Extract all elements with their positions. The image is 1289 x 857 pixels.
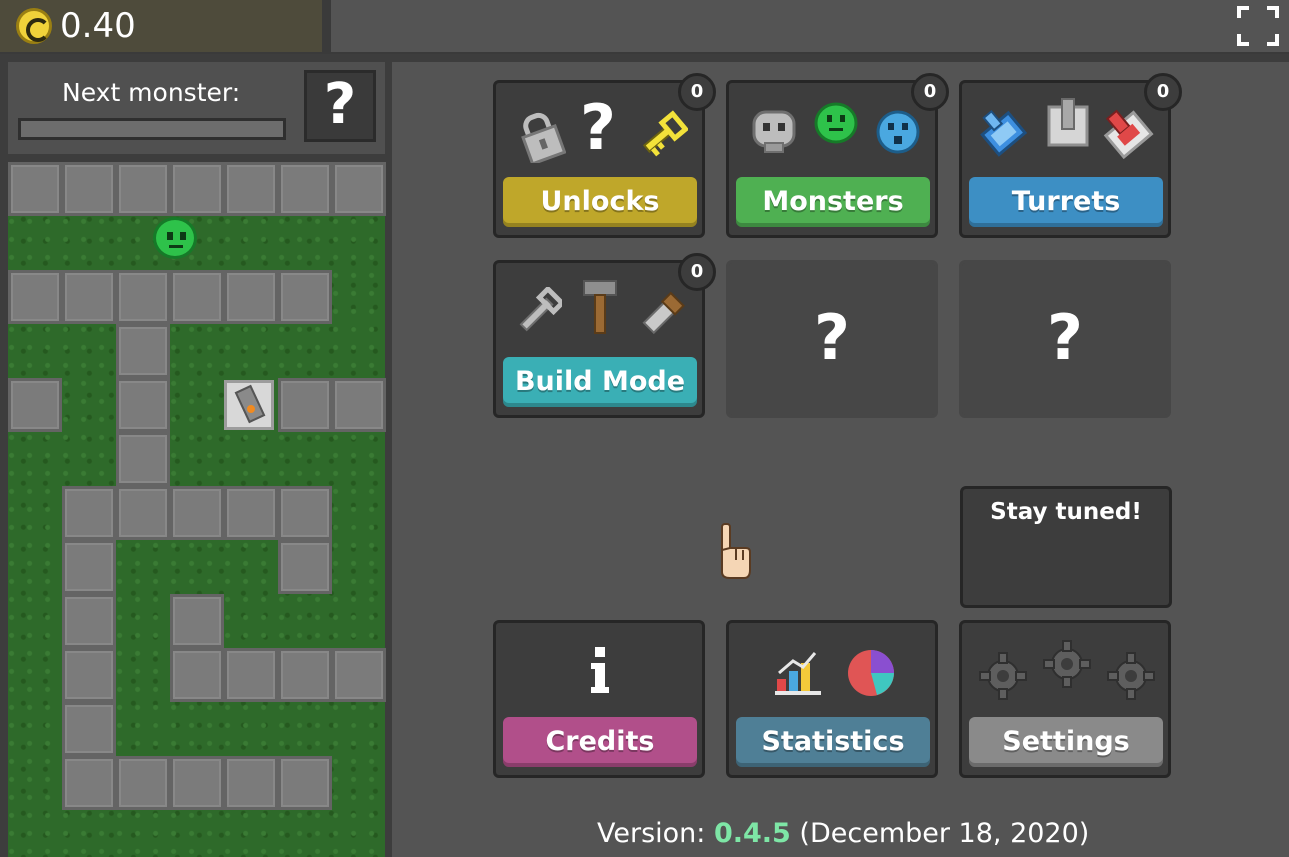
path-tile [116,486,170,540]
path-tile [278,648,332,702]
wrench-icon [519,287,562,332]
credits-card[interactable]: Credits [493,620,705,778]
green-slime-monster [153,217,197,259]
path-tile [8,162,62,216]
version-date: (December 18, 2020) [790,818,1090,849]
path-tile [170,594,224,648]
settings-button[interactable]: Settings [969,717,1163,767]
path-tile [62,648,116,702]
path-tile [278,378,332,432]
statistics-card[interactable]: Statistics [726,620,938,778]
path-tile [278,162,332,216]
path-tile [62,270,116,324]
path-tile [62,162,116,216]
path-tile [8,270,62,324]
gear-icon [1043,640,1091,688]
path-tile [62,702,116,756]
path-tile [332,648,386,702]
bar-chart-icon [775,652,821,695]
grey-turret[interactable] [224,380,274,430]
game-map[interactable] [8,162,386,857]
path-tile [116,432,170,486]
path-tile [278,486,332,540]
path-tile [62,756,116,810]
coin-counter: 0.40 [0,0,322,52]
build-mode-button[interactable]: Build Mode [503,357,697,407]
red-turret-icon [1103,109,1154,160]
path-tile [278,756,332,810]
path-tile [62,594,116,648]
next-monster-label: Next monster: [62,78,241,107]
path-tile [116,162,170,216]
path-tile [224,648,278,702]
path-tile [170,756,224,810]
fullscreen-icon[interactable] [1237,6,1279,46]
path-tile [170,162,224,216]
next-monster-unknown: ? [304,70,376,142]
turrets-button[interactable]: Turrets [969,177,1163,227]
path-tile [278,540,332,594]
coin-icon [16,8,52,44]
hand-cursor-icon [721,523,751,579]
version-prefix: Version: [597,818,714,849]
blue-turret-icon [980,109,1028,157]
monsters-button[interactable]: Monsters [736,177,930,227]
settings-card[interactable]: Settings [959,620,1171,778]
key-icon [642,110,688,157]
path-tile [224,162,278,216]
path-tile [170,648,224,702]
next-monster-progress [18,118,286,140]
unlocks-card[interactable]: 0 ? Unlocks [493,73,716,238]
statistics-button[interactable]: Statistics [736,717,930,767]
path-tile [332,162,386,216]
stay-tuned-card: Stay tuned! [960,486,1172,608]
lock-icon [521,112,566,163]
green-slime-icon [814,102,858,144]
unlocks-button[interactable]: Unlocks [503,177,697,227]
version-text: Version: 0.4.5 (December 18, 2020) [597,818,1089,849]
path-tile [62,486,116,540]
build-mode-card[interactable]: 0 Build Mode [493,253,716,418]
pie-chart-icon [848,650,894,696]
grey-turret-icon [1047,98,1089,147]
gear-icon [979,652,1027,700]
path-tile [170,486,224,540]
game-panel: Next monster: ? [0,54,392,857]
path-tile [224,756,278,810]
path-tile [224,486,278,540]
path-tile [116,378,170,432]
version-number: 0.4.5 [713,818,791,849]
path-tile [116,756,170,810]
menu-panel: 0 ? Unlocks 0 Monsters 0 Turrets 0 Build… [392,62,1289,857]
next-monster-box: Next monster: ? [8,62,385,154]
credits-button[interactable]: Credits [503,717,697,767]
locked-question-icon: ? [814,301,850,374]
path-tile [116,324,170,378]
locked-card-2: ? [959,260,1171,418]
question-icon: ? [580,91,616,164]
path-tile [62,540,116,594]
top-bar: 0.40 [0,0,1289,54]
path-tile [8,378,62,432]
path-tile [224,270,278,324]
top-right-bar [331,0,1289,52]
path-tile [278,270,332,324]
coin-value: 0.40 [60,6,136,46]
skull-monster-icon [752,110,796,153]
path-tile [116,270,170,324]
saw-icon [642,291,685,335]
locked-question-icon: ? [1047,301,1083,374]
hammer-icon [583,280,617,334]
gear-icon [1107,652,1155,700]
turrets-card[interactable]: 0 Turrets [959,73,1182,238]
monsters-card[interactable]: 0 Monsters [726,73,949,238]
blue-slime-icon [876,110,920,154]
stay-tuned-text: Stay tuned! [990,499,1142,525]
path-tile [170,270,224,324]
path-tile [332,378,386,432]
locked-card-1: ? [726,260,938,418]
info-icon [591,647,609,693]
